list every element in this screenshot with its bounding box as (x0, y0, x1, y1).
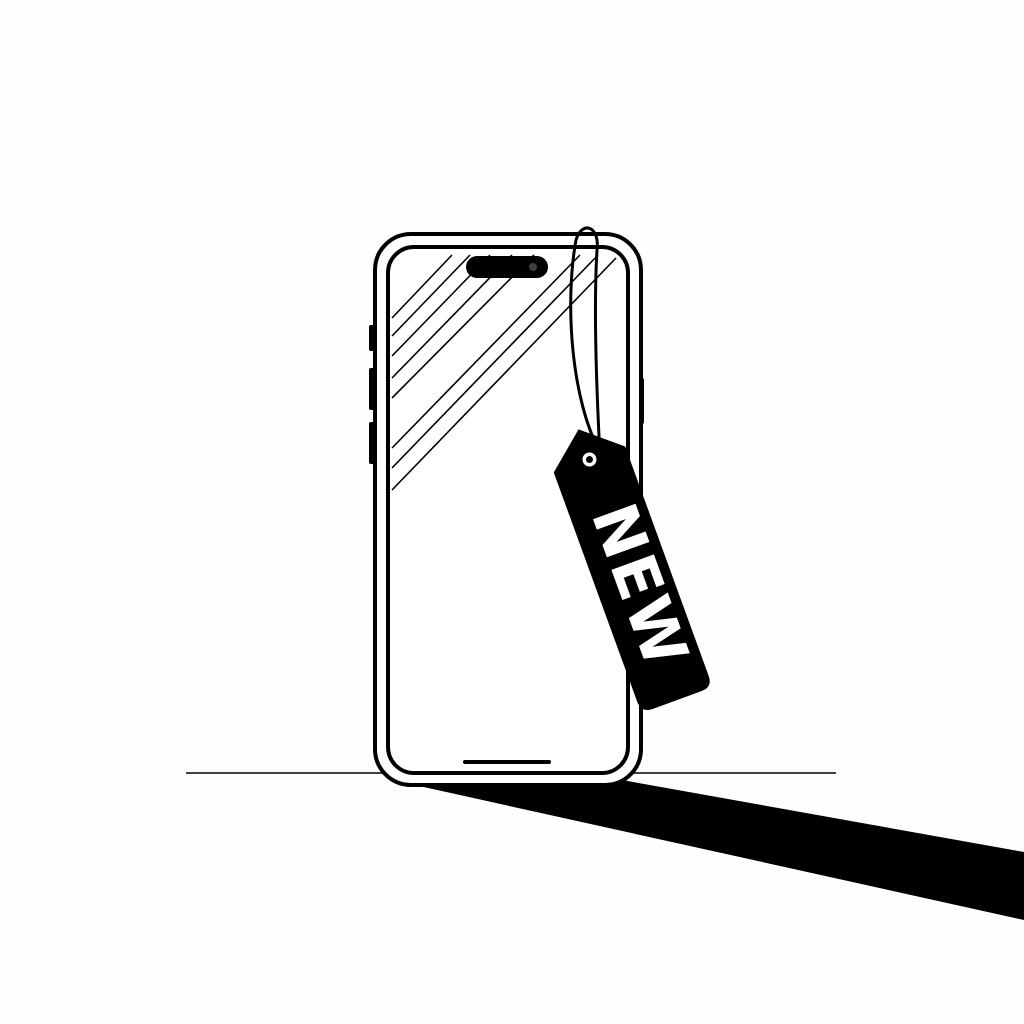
home-indicator (463, 760, 551, 764)
camera-lens (529, 263, 537, 271)
illustration-canvas: NEW (186, 226, 1024, 920)
cast-shadow (392, 780, 1024, 920)
